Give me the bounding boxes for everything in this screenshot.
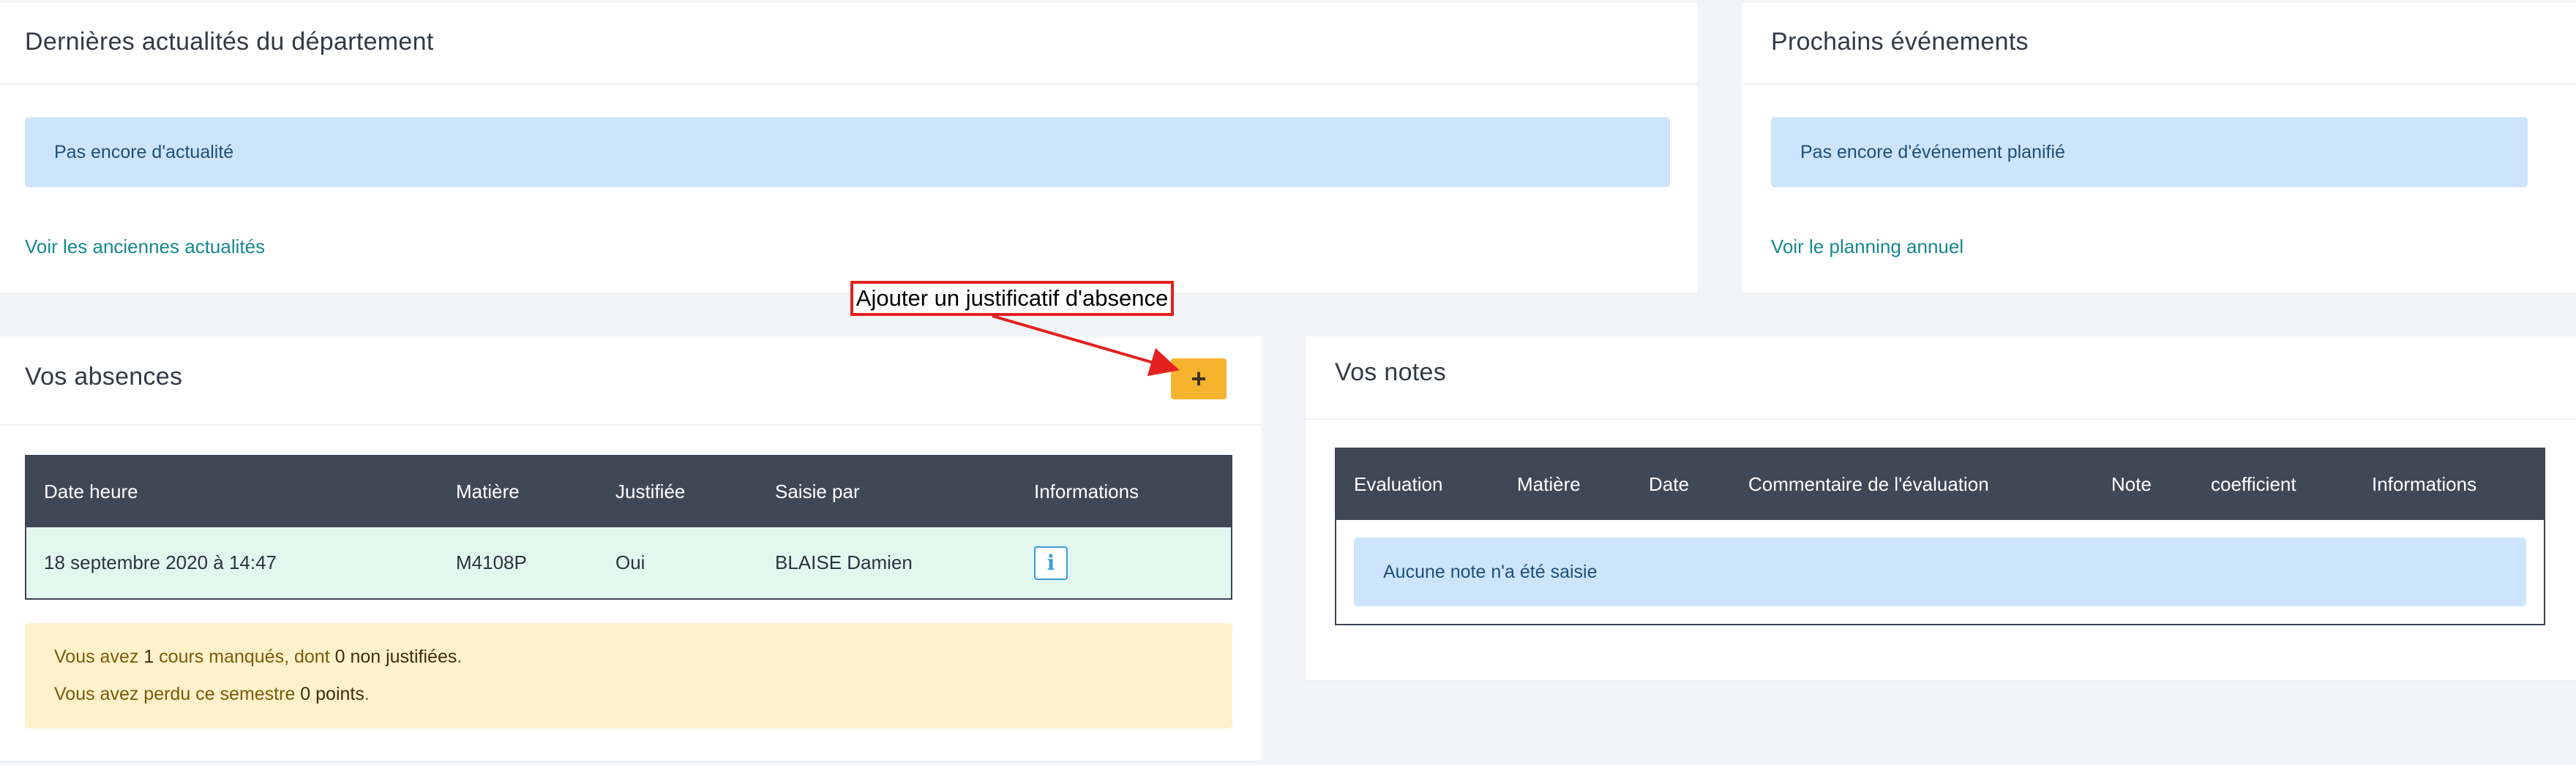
absence-info-cell: i (1016, 527, 1232, 599)
absences-table-header-row: Date heure Matière Justifiée Saisie par … (26, 456, 1232, 527)
absence-subject: M4108P (456, 551, 527, 573)
col-date: Date (1649, 473, 1689, 495)
missed-courses-line: Vous avez 1 cours manqués, dont 0 non ju… (54, 647, 462, 668)
events-card: Prochains événements Pas encore d'événem… (1742, 3, 2576, 293)
col-date-heure: Date heure (44, 481, 138, 502)
absence-justified: Oui (615, 551, 645, 573)
grades-card: Vos notes Evaluation Matière Date Commen… (1306, 336, 2576, 680)
absences-summary-alert: Vous avez 1 cours manqués, dont 0 non ju… (25, 623, 1232, 728)
col-matiere: Matière (1517, 473, 1581, 495)
absences-card: Vos absences + Date heure Matière Justif… (0, 336, 1262, 761)
col-justifiee: Justifiée (615, 481, 686, 502)
points-lost-line: Vous avez perdu ce semestre 0 points. (54, 684, 370, 705)
summary-text: . (364, 684, 370, 704)
grades-empty-row: Aucune note n'a été saisie (1336, 520, 2545, 625)
col-saisie-par: Saisie par (775, 481, 860, 502)
absences-title: Vos absences (25, 363, 183, 391)
annotation-callout: Ajouter un justificatif d'absence (850, 281, 1174, 316)
summary-text: . (457, 647, 463, 667)
grades-card-header: Vos notes (1306, 336, 2576, 420)
summary-text: Vous avez perdu ce semestre (54, 684, 301, 704)
annual-planning-link[interactable]: Voir le planning annuel (1771, 235, 1963, 258)
grades-title: Vos notes (1335, 358, 1447, 386)
news-card: Dernières actualités du département Pas … (0, 3, 1698, 293)
grades-table: Evaluation Matière Date Commentaire de l… (1335, 448, 2545, 625)
absence-entered-by: BLAISE Damien (775, 551, 913, 573)
add-absence-justification-button[interactable]: + (1171, 358, 1227, 399)
points-lost: 0 points (300, 684, 364, 704)
info-icon[interactable]: i (1034, 546, 1068, 580)
col-matiere: Matière (456, 481, 520, 502)
col-informations: Informations (2372, 473, 2477, 495)
events-card-header: Prochains événements (1742, 3, 2576, 85)
col-evaluation: Evaluation (1354, 473, 1443, 495)
old-news-link[interactable]: Voir les anciennes actualités (25, 235, 265, 258)
summary-text: Vous avez (54, 647, 144, 667)
grades-table-header-row: Evaluation Matière Date Commentaire de l… (1336, 448, 2545, 520)
grades-empty-alert: Aucune note n'a été saisie (1354, 538, 2526, 606)
events-title: Prochains événements (1771, 28, 2029, 56)
news-card-header: Dernières actualités du département (0, 3, 1698, 85)
col-note: Note (2111, 473, 2152, 495)
summary-text: cours manqués, dont (154, 647, 335, 667)
col-commentaire: Commentaire de l'évaluation (1748, 473, 1989, 495)
absences-card-header: Vos absences + (0, 336, 1262, 426)
absence-date: 18 septembre 2020 à 14:47 (44, 551, 277, 573)
col-coefficient: coefficient (2211, 473, 2296, 495)
table-row: 18 septembre 2020 à 14:47 M4108P Oui BLA… (26, 527, 1232, 599)
news-empty-alert: Pas encore d'actualité (25, 117, 1670, 187)
news-title: Dernières actualités du département (25, 28, 434, 56)
missed-count: 1 (143, 647, 154, 667)
unjustified-count: 0 non justifiées (334, 647, 457, 667)
events-empty-alert: Pas encore d'événement planifié (1771, 117, 2528, 187)
grades-empty-cell: Aucune note n'a été saisie (1336, 520, 2545, 625)
absences-table: Date heure Matière Justifiée Saisie par … (25, 455, 1232, 600)
col-informations: Informations (1034, 481, 1139, 502)
